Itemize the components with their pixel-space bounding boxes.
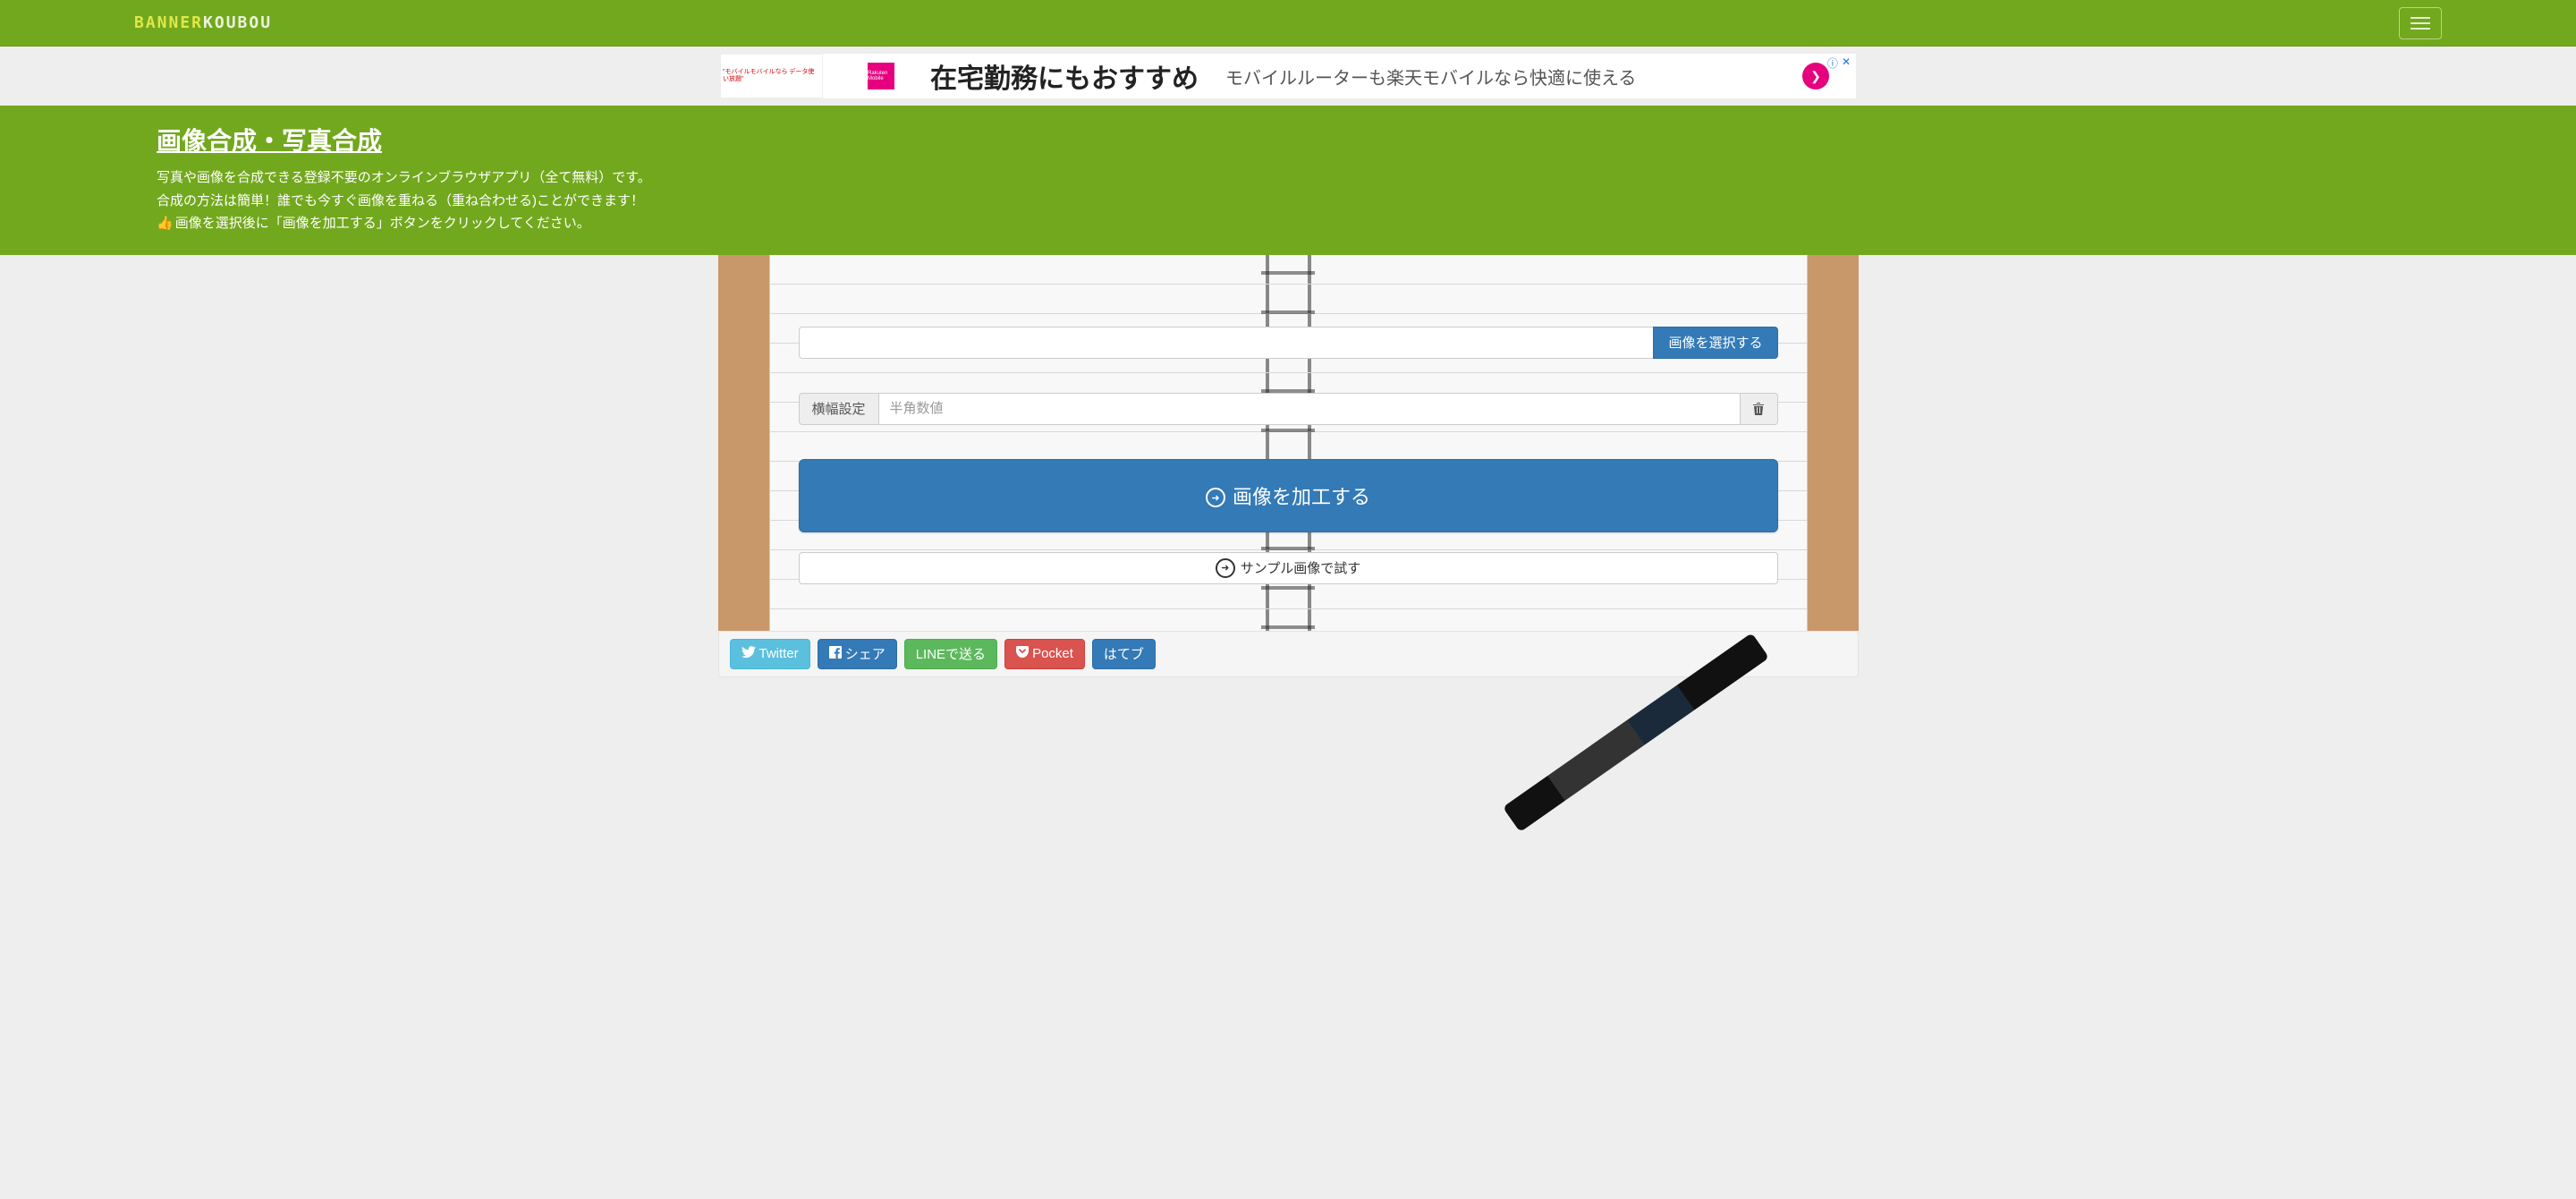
ad-close-icon[interactable]: ✕ — [1842, 55, 1851, 71]
ad-controls: ⓘ ✕ — [1827, 55, 1851, 71]
sample-button-label: サンプル画像で試す — [1241, 558, 1361, 577]
share-label: Pocket — [1032, 646, 1073, 661]
hamburger-bar-icon — [2411, 17, 2430, 19]
ad-region: "モバイルモバイルなら データ使い放題" Rakuten Mobile 在宅勤務… — [0, 47, 2576, 106]
ad-thumbnail: "モバイルモバイルなら データ使い放題" — [720, 54, 823, 98]
ad-banner[interactable]: "モバイルモバイルなら データ使い放題" Rakuten Mobile 在宅勤務… — [720, 54, 1856, 98]
page-title[interactable]: 画像合成・写真合成 — [157, 122, 382, 157]
share-pocket-button[interactable]: Pocket — [1004, 639, 1085, 669]
hamburger-bar-icon — [2411, 28, 2430, 30]
hamburger-bar-icon — [2411, 22, 2430, 24]
ad-headline: 在宅勤務にもおすすめ — [930, 56, 1199, 96]
menu-toggle-button[interactable] — [2399, 7, 2442, 39]
width-setting-row: 横幅設定 — [799, 393, 1778, 425]
page-description: 写真や画像を合成できる登録不要のオンラインブラウザアプリ（全て無料）です。 合成… — [157, 166, 2442, 235]
try-sample-button[interactable]: サンプル画像で試す — [799, 552, 1778, 584]
thumbs-up-icon: 👍 — [157, 212, 174, 235]
twitter-icon — [741, 646, 756, 662]
process-image-button[interactable]: 画像を加工する — [799, 459, 1778, 532]
share-label: LINEで送る — [916, 644, 986, 663]
share-label: はてブ — [1104, 644, 1144, 663]
file-path-input[interactable] — [799, 327, 1654, 359]
width-label: 横幅設定 — [799, 393, 878, 425]
file-select-row: 画像を選択する — [799, 327, 1778, 359]
pocket-icon — [1016, 646, 1029, 661]
share-facebook-button[interactable]: シェア — [818, 639, 897, 669]
share-hatena-button[interactable]: はてブ — [1092, 639, 1156, 669]
site-logo[interactable]: BANNERKOUBOU — [134, 13, 272, 32]
logo-text-koubou: KOUBOU — [203, 13, 272, 32]
circle-arrow-right-icon — [1216, 558, 1235, 578]
navbar: BANNERKOUBOU — [0, 0, 2576, 47]
desc-line: 合成の方法は簡単！誰でも今すぐ画像を重ねる（重ね合わせる)ことができます！ — [157, 190, 2442, 213]
facebook-icon — [829, 646, 842, 662]
ad-subtext: モバイルルーターも楽天モバイルなら快適に使える — [1225, 64, 1636, 89]
share-bar: Twitter シェア LINEで送る Pocket はてブ — [718, 631, 1859, 677]
desc-text: 画像を選択後に「画像を加工する」ボタンをクリックしてください。 — [175, 216, 590, 231]
share-twitter-button[interactable]: Twitter — [730, 639, 810, 669]
process-button-label: 画像を加工する — [1233, 481, 1370, 510]
circle-arrow-right-icon — [1206, 483, 1225, 508]
ad-brand-badge: Rakuten Mobile — [868, 63, 894, 89]
logo-text-banner: BANNER — [134, 13, 203, 32]
file-select-button[interactable]: 画像を選択する — [1653, 327, 1777, 359]
page-header: 画像合成・写真合成 写真や画像を合成できる登録不要のオンラインブラウザアプリ（全… — [0, 106, 2576, 255]
ad-arrow-icon: ❯ — [1802, 63, 1829, 89]
share-line-button[interactable]: LINEで送る — [904, 639, 997, 669]
clear-width-button[interactable] — [1741, 393, 1778, 425]
main-form-area: 画像を選択する 横幅設定 画像を加工する サンプル画像で試す — [718, 255, 1859, 631]
width-input[interactable] — [878, 393, 1741, 425]
share-label: Twitter — [759, 646, 799, 661]
share-label: シェア — [845, 644, 886, 663]
ad-info-icon[interactable]: ⓘ — [1827, 55, 1838, 71]
desc-line: 👍画像を選択後に「画像を加工する」ボタンをクリックしてください。 — [157, 212, 2442, 235]
trash-icon — [1752, 402, 1765, 416]
desc-line: 写真や画像を合成できる登録不要のオンラインブラウザアプリ（全て無料）です。 — [157, 166, 2442, 190]
